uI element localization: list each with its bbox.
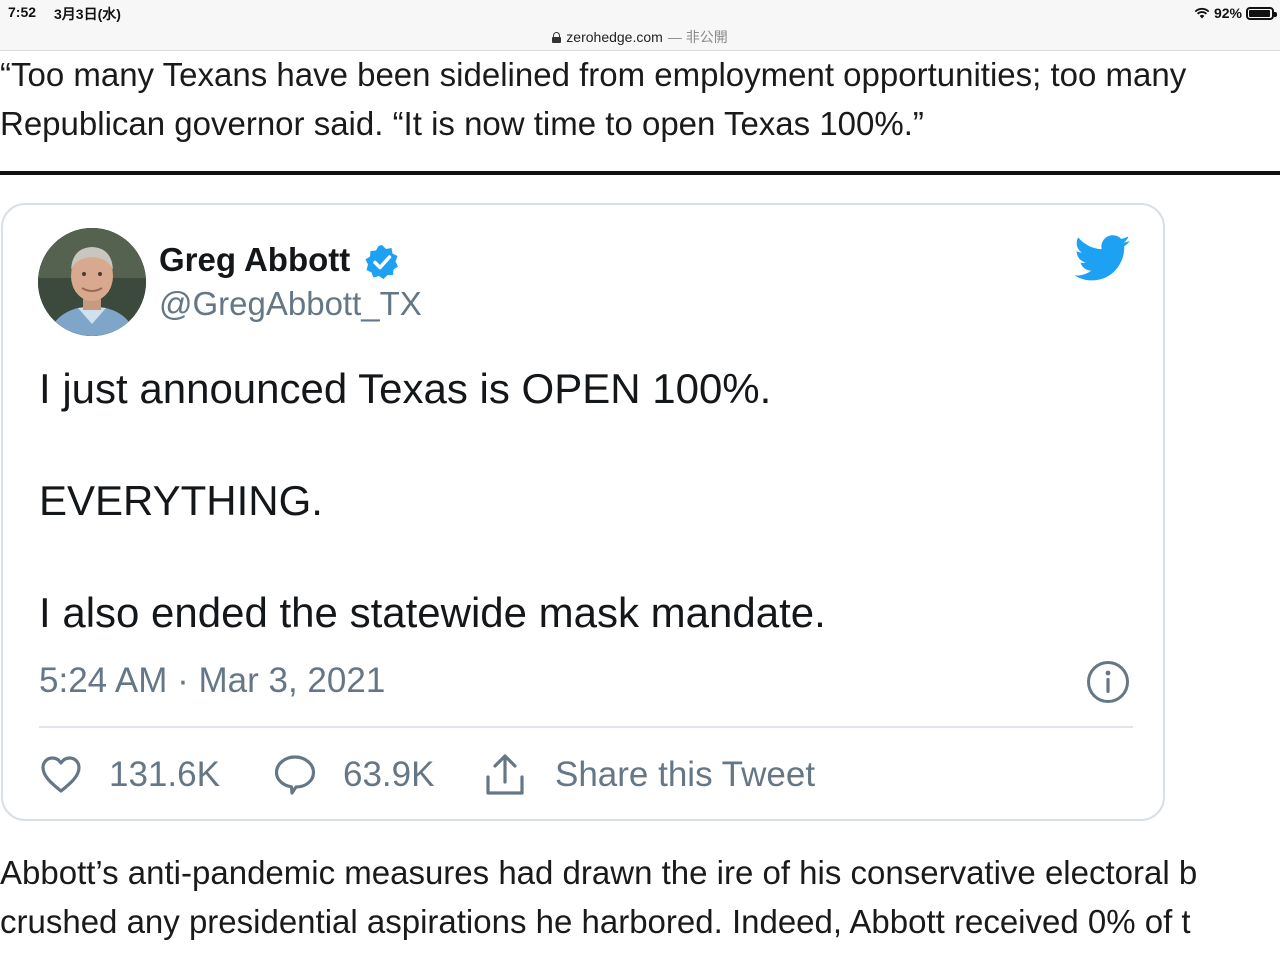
tweet-divider bbox=[39, 726, 1133, 728]
status-date: 3月3日(水) bbox=[54, 6, 121, 22]
reply-count: 63.9K bbox=[343, 755, 435, 794]
tweet-text-line: EVERYTHING. bbox=[39, 477, 323, 524]
url-domain: zerohedge.com bbox=[566, 29, 663, 45]
embedded-tweet[interactable]: Greg Abbott @GregAbbott_TX I just announ… bbox=[1, 203, 1165, 821]
info-icon[interactable] bbox=[1086, 660, 1130, 704]
status-time: 7:52 bbox=[8, 4, 37, 20]
tweet-text-line: I just announced Texas is OPEN 100%. bbox=[39, 365, 772, 412]
like-count: 131.6K bbox=[109, 755, 220, 794]
twitter-logo-icon[interactable] bbox=[1075, 235, 1131, 283]
wifi-icon bbox=[1194, 7, 1210, 19]
share-label: Share this Tweet bbox=[555, 755, 816, 794]
status-indicators: 92% bbox=[1194, 3, 1277, 23]
tweet-text-line: I also ended the statewide mask mandate. bbox=[39, 589, 826, 636]
reply-button[interactable]: 63.9K bbox=[273, 753, 434, 797]
battery-percent: 92% bbox=[1213, 5, 1242, 21]
tweet-timestamp[interactable]: 5:24 AM · Mar 3, 2021 bbox=[39, 661, 385, 701]
battery-icon bbox=[1246, 6, 1277, 20]
share-icon bbox=[486, 754, 524, 795]
share-button[interactable]: Share this Tweet bbox=[483, 753, 815, 797]
like-button[interactable]: 131.6K bbox=[39, 753, 220, 797]
article-paragraph-bottom: Abbott’s anti-pandemic measures had draw… bbox=[0, 848, 1197, 946]
article-line: Republican governor said. “It is now tim… bbox=[0, 105, 924, 142]
section-divider bbox=[0, 171, 1280, 175]
avatar[interactable] bbox=[38, 228, 146, 336]
status-bar: 7:52 3月3日(水) 92% bbox=[0, 0, 1280, 26]
lock-icon bbox=[552, 31, 562, 43]
page: 7:52 3月3日(水) 92% zerohedge.com — 非公開 “To… bbox=[0, 0, 1280, 960]
author-handle[interactable]: @GregAbbott_TX bbox=[159, 285, 422, 323]
url-private-status: — 非公開 bbox=[667, 29, 728, 45]
article-line: crushed any presidential aspirations he … bbox=[0, 903, 1191, 940]
article-line: “Too many Texans have been sidelined fro… bbox=[0, 56, 1187, 93]
author-name[interactable]: Greg Abbott bbox=[159, 241, 350, 279]
verified-icon bbox=[365, 245, 398, 279]
article-paragraph-top: “Too many Texans have been sidelined fro… bbox=[0, 50, 1186, 148]
article-line: Abbott’s anti-pandemic measures had draw… bbox=[0, 854, 1198, 891]
reply-icon bbox=[274, 755, 316, 795]
heart-icon bbox=[41, 756, 81, 793]
url-bar[interactable]: zerohedge.com — 非公開 bbox=[0, 26, 1280, 51]
